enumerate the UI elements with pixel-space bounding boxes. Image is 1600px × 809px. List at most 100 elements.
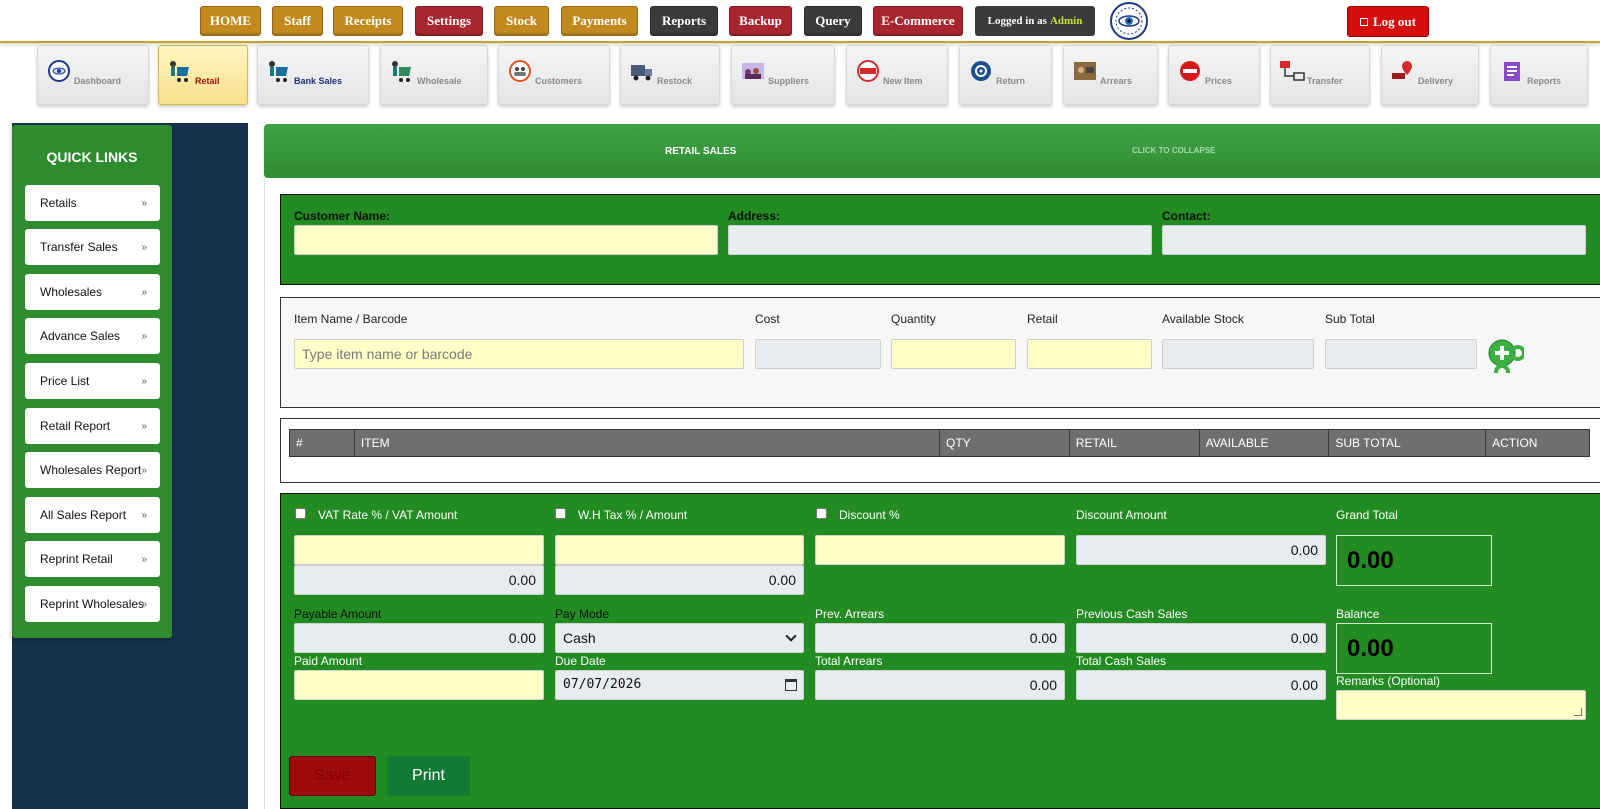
balance-value: 0.00 [1336, 623, 1492, 674]
paid-amount-input[interactable] [294, 670, 544, 700]
quick-link-label: Wholesales [40, 285, 103, 299]
nav-staff-button[interactable]: Staff [272, 6, 323, 36]
wht-checkbox[interactable] [555, 508, 566, 519]
quick-link-reprint-retail[interactable]: Reprint Retail » [25, 541, 160, 577]
quick-link-advance-sales[interactable]: Advance Sales » [25, 318, 160, 354]
customer-name-label: Customer Name: [294, 209, 391, 223]
chevron-right-icon: » [141, 420, 147, 432]
quick-link-wholesales-report[interactable]: Wholesales Report» [25, 452, 160, 488]
quick-link-all-sales-report[interactable]: All Sales Report » [25, 497, 160, 533]
chevron-right-icon: » [141, 464, 147, 476]
available-stock-input[interactable] [1162, 339, 1314, 369]
contact-input[interactable] [1162, 225, 1586, 255]
payable-input[interactable]: 0.00 [294, 623, 544, 653]
customer-name-input[interactable] [294, 225, 718, 255]
quick-link-label: Wholesales Report [40, 463, 142, 477]
quick-link-wholesales[interactable]: Wholesales » [25, 274, 160, 310]
chevron-right-icon: » [141, 286, 147, 298]
nav-query-button[interactable]: Query [804, 6, 862, 36]
quick-link-label: Advance Sales [40, 329, 121, 343]
cost-input[interactable] [755, 339, 881, 369]
tile-suppliers[interactable]: Suppliers [731, 45, 835, 105]
wht-amount-input[interactable]: 0.00 [555, 565, 804, 595]
paymode-select[interactable]: Cash [555, 623, 804, 653]
add-item-icon[interactable] [1488, 339, 1524, 373]
tile-prices[interactable]: Prices [1168, 45, 1260, 105]
tile-wholesale[interactable]: Wholesale [380, 45, 488, 105]
collapse-toggle[interactable]: CLICK TO COLLAPSE [1132, 146, 1215, 155]
prev-arrears-input[interactable]: 0.00 [815, 623, 1065, 653]
quick-link-label: Price List [40, 374, 90, 388]
sub-total-input[interactable] [1325, 339, 1477, 369]
shopping-cart-icon [170, 61, 189, 82]
items-table-header: # ITEM QTY RETAIL AVAILABLE SUB TOTAL AC… [289, 429, 1590, 457]
available-stock-label: Available Stock [1162, 312, 1244, 326]
address-input[interactable] [728, 225, 1152, 255]
nav-ecommerce-button[interactable]: E-Commerce [873, 6, 963, 36]
discount-pct-input[interactable] [815, 535, 1065, 565]
discount-checkbox[interactable] [816, 508, 827, 519]
prev-arrears-label: Prev. Arrears [815, 607, 885, 621]
vat-rate-input[interactable] [294, 535, 544, 565]
nav-stock-button[interactable]: Stock [494, 6, 549, 36]
tile-retail[interactable]: Retail [158, 45, 248, 105]
tile-dashboard[interactable]: Dashboard [37, 45, 149, 105]
retail-sales-header[interactable]: RETAIL SALES CLICK TO COLLAPSE [264, 124, 1600, 178]
quick-link-transfer-sales[interactable]: Transfer Sales » [25, 229, 160, 265]
remarks-label: Remarks (Optional) [1336, 674, 1441, 688]
nav-receipts-button[interactable]: Receipts [333, 6, 403, 36]
nav-settings-button[interactable]: Settings [415, 6, 483, 36]
retail-input[interactable] [1027, 339, 1152, 369]
nav-backup-button[interactable]: Backup [729, 6, 792, 36]
tile-new-item[interactable]: New Item [846, 45, 948, 105]
tile-reports[interactable]: Reports [1490, 45, 1588, 105]
print-button[interactable]: Print [387, 756, 470, 796]
quick-link-price-list[interactable]: Price List » [25, 363, 160, 399]
discount-amount-input[interactable]: 0.00 [1076, 535, 1326, 565]
calendar-icon[interactable] [785, 679, 797, 691]
logout-button[interactable]: Log out [1347, 6, 1429, 37]
transfer-icon [1280, 61, 1305, 81]
wht-label: W.H Tax % / Amount [578, 508, 688, 522]
tile-bank-sales[interactable]: Bank Sales [257, 45, 369, 105]
quick-link-retail-report[interactable]: Retail Report » [25, 408, 160, 444]
chevron-right-icon: » [141, 375, 147, 387]
tile-delivery[interactable]: Delivery [1381, 45, 1479, 105]
save-button[interactable]: Save [289, 756, 376, 796]
tile-return[interactable]: Return [959, 45, 1052, 105]
chevron-right-icon: » [141, 553, 147, 565]
total-arrears-label: Total Arrears [815, 654, 883, 668]
col-retail: RETAIL [1070, 430, 1200, 456]
nav-payments-button[interactable]: Payments [561, 6, 638, 36]
nav-reports-button[interactable]: Reports [650, 6, 718, 36]
due-date-input[interactable]: 07/07/2026 [555, 670, 804, 700]
quick-link-retails[interactable]: Retails » [25, 185, 160, 221]
tile-restock[interactable]: Restock [620, 45, 720, 105]
nav-home-button[interactable]: HOME [200, 6, 261, 36]
vat-checkbox[interactable] [295, 508, 306, 519]
chevron-right-icon: » [141, 197, 147, 209]
quick-links-title: QUICK LINKS [46, 149, 138, 165]
prev-cash-input[interactable]: 0.00 [1076, 623, 1326, 653]
col-sub-total: SUB TOTAL [1329, 430, 1487, 456]
tile-transfer[interactable]: Transfer [1270, 45, 1370, 105]
report-clipboard-icon [1504, 62, 1520, 81]
total-cash-input[interactable]: 0.00 [1076, 670, 1326, 700]
remarks-textarea[interactable] [1336, 690, 1586, 720]
logout-square-icon [1360, 17, 1368, 26]
wht-rate-input[interactable] [555, 535, 804, 565]
address-label: Address: [728, 209, 781, 223]
quantity-input[interactable] [891, 339, 1016, 369]
tile-label: Reports [1527, 76, 1562, 86]
quick-link-reprint-wholesales[interactable]: Reprint Wholesales» [25, 586, 160, 622]
item-search-input[interactable]: Type item name or barcode [294, 339, 744, 369]
paymode-label: Pay Mode [555, 607, 610, 621]
col-number: # [290, 430, 355, 456]
vat-amount-input[interactable]: 0.00 [294, 565, 544, 595]
total-arrears-input[interactable]: 0.00 [815, 670, 1065, 700]
tile-label: Suppliers [768, 76, 810, 86]
tile-arrears[interactable]: Arrears [1063, 45, 1158, 105]
tile-customers[interactable]: Customers [498, 45, 610, 105]
grand-total-value: 0.00 [1336, 535, 1492, 586]
resize-handle-icon[interactable] [1574, 708, 1582, 716]
